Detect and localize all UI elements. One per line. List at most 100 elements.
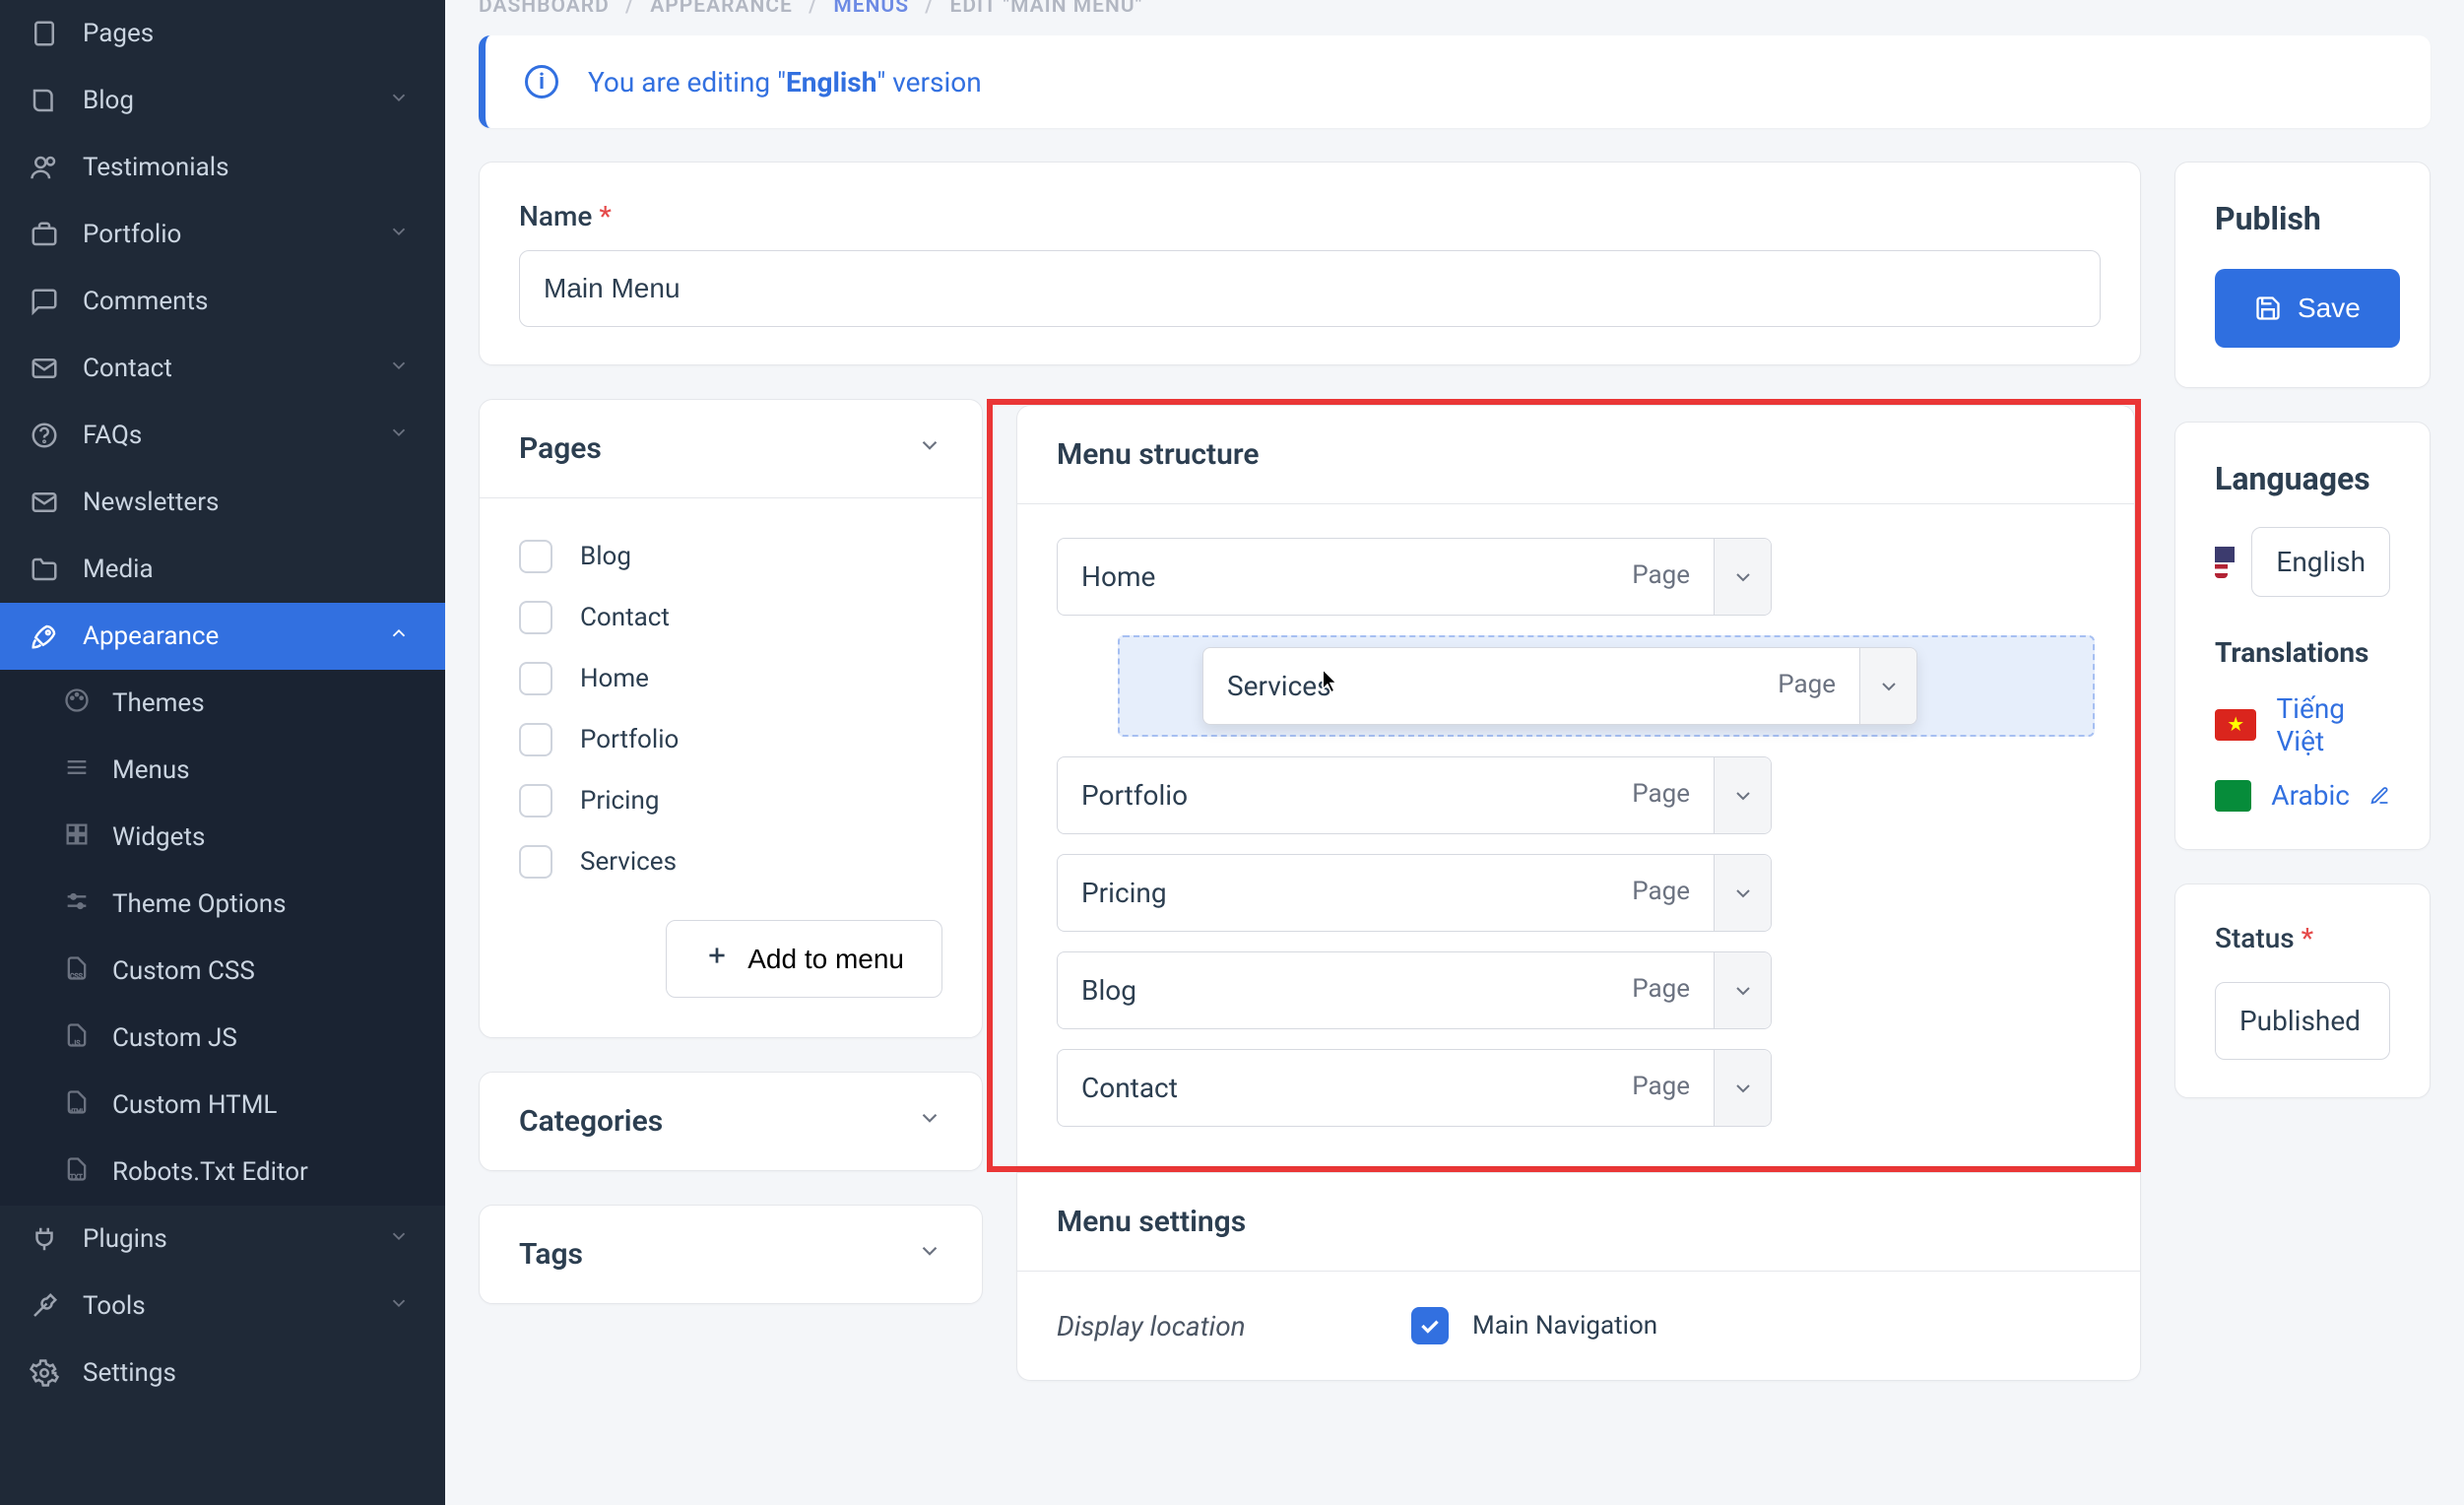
settings-header: Menu settings (1017, 1172, 2140, 1272)
sidebar-sub-label: Robots.Txt Editor (112, 1157, 308, 1187)
menu-icon (63, 753, 91, 788)
status-card: Status * Published (2174, 883, 2431, 1098)
sidebar-item-comments[interactable]: Comments (0, 268, 445, 335)
sidebar-item-plugins[interactable]: Plugins (0, 1206, 445, 1273)
checkbox[interactable] (519, 845, 552, 879)
sidebar-sub-widgets[interactable]: Widgets (0, 804, 445, 871)
sidebar-item-faqs[interactable]: FAQs (0, 402, 445, 469)
chevron-down-icon (917, 1237, 942, 1272)
sidebar-label: Blog (83, 86, 134, 115)
sidebar-sub-custom-js[interactable]: JS Custom JS (0, 1005, 445, 1072)
expand-toggle[interactable] (1714, 539, 1771, 615)
expand-toggle[interactable] (1714, 1050, 1771, 1126)
js-icon: JS (63, 1021, 91, 1056)
sidebar-sub-label: Custom HTML (112, 1090, 277, 1120)
menu-item-dragging[interactable]: Services Page (1202, 647, 1917, 725)
sidebar-sub-themes[interactable]: Themes (0, 670, 445, 737)
menu-item[interactable]: Home Page (1057, 538, 1772, 616)
pages-header[interactable]: Pages (480, 400, 982, 498)
translation-link[interactable]: Arabic (2175, 779, 2430, 849)
checkbox[interactable] (519, 784, 552, 818)
page-checkbox-row[interactable]: Services (519, 831, 942, 892)
page-checkbox-row[interactable]: Blog (519, 526, 942, 587)
required-asterisk: * (599, 200, 611, 232)
structure-header: Menu structure (1017, 406, 2134, 504)
sidebar-sub-menus[interactable]: Menus (0, 737, 445, 804)
menu-item[interactable]: Pricing Page (1057, 854, 1772, 932)
info-banner: i You are editing "English" version (479, 35, 2431, 128)
help-icon (28, 421, 61, 450)
sidebar-sub-label: Themes (112, 688, 205, 718)
structure-highlight: Menu structure Home Page (987, 399, 2141, 1172)
folder-icon (28, 555, 61, 584)
sidebar-item-appearance[interactable]: Appearance (0, 603, 445, 670)
name-input[interactable] (519, 250, 2101, 327)
breadcrumb-sep: / (925, 0, 934, 18)
expand-toggle[interactable] (1714, 757, 1771, 833)
sidebar-item-settings[interactable]: Settings (0, 1340, 445, 1407)
sidebar-item-media[interactable]: Media (0, 536, 445, 603)
info-text: You are editing "English" version (588, 66, 982, 98)
name-label: Name * (519, 200, 2101, 232)
expand-toggle[interactable] (1714, 952, 1771, 1028)
breadcrumb-item[interactable]: MENUS (833, 0, 909, 18)
categories-header[interactable]: Categories (480, 1073, 982, 1170)
main-nav-checkbox[interactable] (1411, 1307, 1449, 1344)
breadcrumb-sep: / (625, 0, 634, 18)
expand-toggle[interactable] (1859, 648, 1916, 724)
page-checkbox-row[interactable]: Home (519, 648, 942, 709)
flag-us-icon (2215, 547, 2228, 578)
sidebar-item-testimonials[interactable]: Testimonials (0, 134, 445, 201)
sidebar-item-tools[interactable]: Tools (0, 1273, 445, 1340)
chevron-down-icon (917, 431, 942, 466)
sidebar-item-blog[interactable]: Blog (0, 67, 445, 134)
info-icon: i (525, 65, 558, 98)
briefcase-icon (28, 220, 61, 249)
languages-title: Languages (2175, 423, 2430, 527)
menu-item[interactable]: Portfolio Page (1057, 756, 1772, 834)
sidebar-sub-theme-options[interactable]: Theme Options (0, 871, 445, 938)
sidebar-item-contact[interactable]: Contact (0, 335, 445, 402)
checkbox[interactable] (519, 723, 552, 756)
sidebar-item-portfolio[interactable]: Portfolio (0, 201, 445, 268)
checkbox[interactable] (519, 601, 552, 634)
sidebar-sub-custom-css[interactable]: CSS Custom CSS (0, 938, 445, 1005)
sidebar-sub-label: Custom CSS (112, 956, 255, 986)
sidebar-label: Pages (83, 19, 154, 48)
save-button[interactable]: Save (2215, 269, 2400, 348)
publish-card: Publish Save (2174, 162, 2431, 388)
flag-ar-icon (2215, 780, 2251, 812)
breadcrumb-item[interactable]: DASHBOARD (479, 0, 610, 18)
sidebar-label: FAQs (83, 421, 142, 450)
sidebar-label: Newsletters (83, 488, 219, 517)
sidebar-item-newsletters[interactable]: Newsletters (0, 469, 445, 536)
menu-structure-card: Menu structure Home Page (1016, 405, 2135, 1166)
users-icon (28, 153, 61, 182)
expand-toggle[interactable] (1714, 855, 1771, 931)
tags-header[interactable]: Tags (480, 1206, 982, 1303)
publish-title: Publish (2175, 163, 2430, 261)
checkbox[interactable] (519, 540, 552, 573)
sliders-icon (63, 887, 91, 922)
pages-list: Blog Contact Home Portfolio Pricing Serv… (480, 498, 982, 900)
chevron-down-icon (388, 354, 410, 383)
menu-item[interactable]: Contact Page (1057, 1049, 1772, 1127)
chevron-down-icon (917, 1104, 942, 1139)
main-nav-label: Main Navigation (1472, 1311, 1657, 1341)
page-checkbox-row[interactable]: Pricing (519, 770, 942, 831)
sidebar-sub-robots[interactable]: TXT Robots.Txt Editor (0, 1139, 445, 1206)
status-select[interactable]: Published (2215, 982, 2390, 1060)
sidebar-item-pages[interactable]: Pages (0, 0, 445, 67)
breadcrumb-item[interactable]: APPEARANCE (650, 0, 793, 18)
page-checkbox-row[interactable]: Portfolio (519, 709, 942, 770)
translation-link[interactable]: Tiếng Việt (2175, 692, 2430, 779)
sidebar-sub-custom-html[interactable]: HTML Custom HTML (0, 1072, 445, 1139)
comment-icon (28, 287, 61, 316)
page-checkbox-row[interactable]: Contact (519, 587, 942, 648)
breadcrumb: DASHBOARD / APPEARANCE / MENUS / EDIT "M… (479, 0, 2431, 35)
checkbox[interactable] (519, 662, 552, 695)
menu-item[interactable]: Blog Page (1057, 951, 1772, 1029)
language-select[interactable]: English (2251, 527, 2390, 597)
add-to-menu-button[interactable]: Add to menu (666, 920, 942, 998)
tags-card: Tags (479, 1205, 983, 1304)
